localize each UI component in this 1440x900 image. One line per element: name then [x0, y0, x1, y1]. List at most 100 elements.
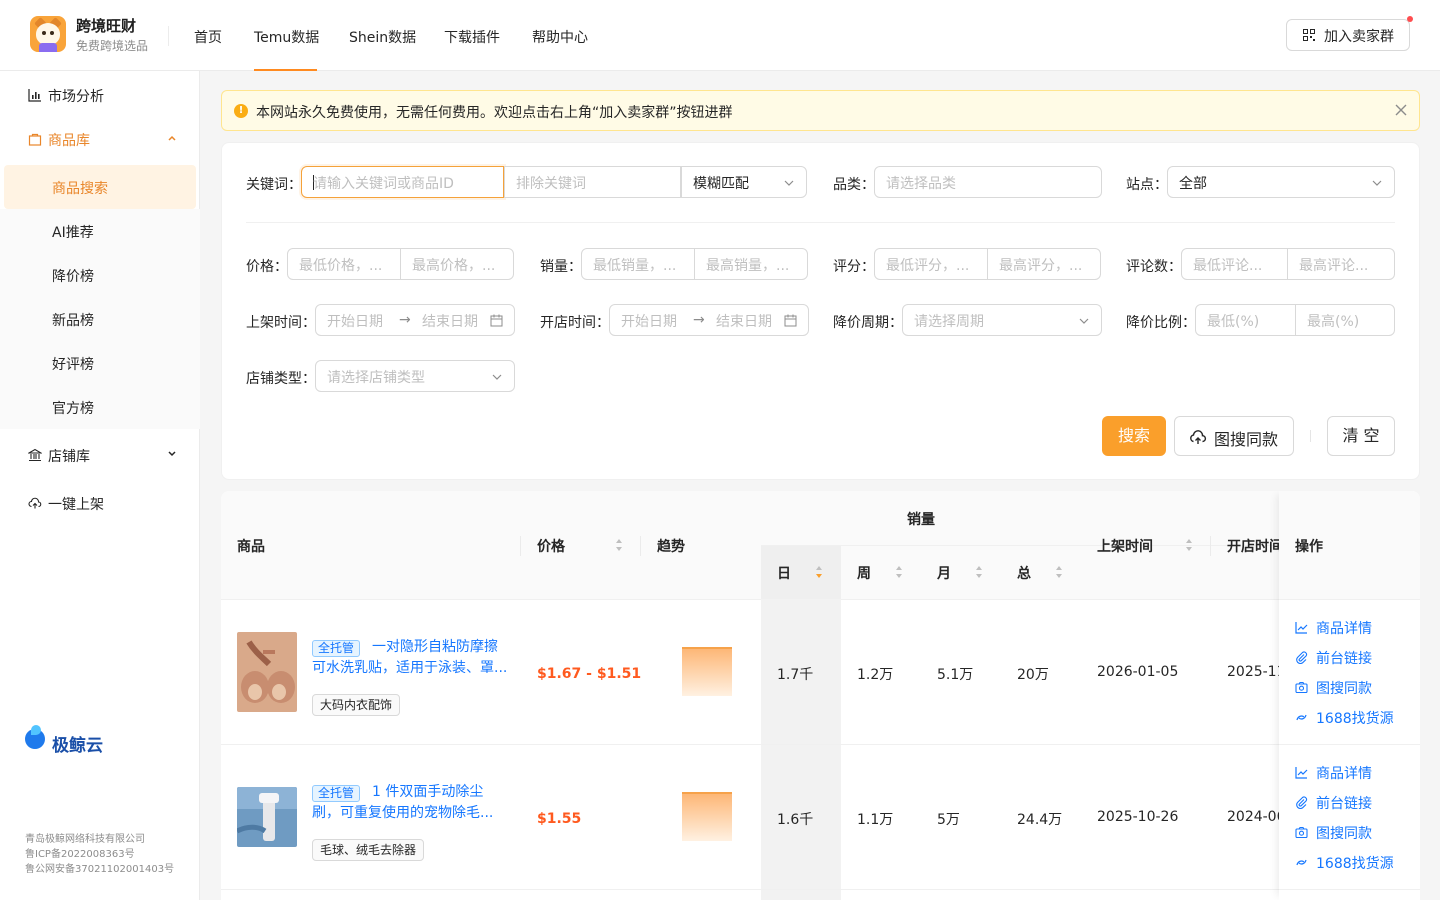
notice-banner: ! 本网站永久免费使用，无需任何费用。欢迎点击右上角“加入卖家群”按钮进群 — [221, 90, 1420, 131]
chevron-up-icon — [168, 135, 176, 141]
site-label: 站点： — [1126, 177, 1168, 193]
sidebar-item-product-search[interactable]: 商品搜索 — [4, 165, 196, 209]
sort-icon[interactable] — [1185, 538, 1193, 552]
keyword-label: 关键词： — [246, 177, 302, 193]
sidebar-item-one-click-upload[interactable]: 一键上架 — [0, 481, 200, 525]
product-image[interactable] — [237, 787, 297, 847]
join-seller-group-button[interactable]: 加入卖家群 — [1286, 19, 1410, 51]
nav-home[interactable]: 首页 — [194, 27, 222, 47]
divider — [761, 545, 1279, 546]
exclude-keyword-input[interactable]: 排除关键词 — [504, 166, 681, 198]
end-date-placeholder: 结束日期 — [716, 314, 772, 330]
notice-text: 本网站永久免费使用，无需任何费用。欢迎点击右上角“加入卖家群”按钮进群 — [256, 105, 733, 121]
sales-day: 1.6千 — [777, 812, 814, 828]
nav-help-center[interactable]: 帮助中心 — [532, 27, 588, 47]
trend-sparkline[interactable] — [682, 647, 732, 696]
rating-max-input[interactable]: 最高评分，... — [987, 248, 1101, 280]
site-select[interactable]: 全部 — [1167, 166, 1395, 198]
listed-date-range[interactable]: 开始日期 → 结束日期 — [315, 304, 515, 336]
category-select[interactable]: 请选择品类 — [874, 166, 1102, 198]
price-max-input[interactable]: 最高价格，... — [400, 248, 514, 280]
sort-icon[interactable] — [975, 565, 983, 579]
paperclip-icon — [1296, 796, 1308, 809]
image-search-label: 图搜同款 — [1214, 430, 1279, 449]
th-listed-time[interactable]: 上架时间 — [1097, 536, 1153, 556]
drop-ratio-max-placeholder: 最高(%) — [1307, 314, 1360, 330]
sort-icon[interactable] — [895, 565, 903, 579]
product-title-link[interactable]: 一对隐形自粘防摩擦 可水洗乳贴，适用于泳装、罩... — [312, 637, 512, 679]
sidebar-item-new-products[interactable]: 新品榜 — [0, 297, 200, 341]
sidebar-item-label: 商品搜索 — [52, 181, 108, 197]
op-label: 商品详情 — [1316, 621, 1372, 637]
sales-min-input[interactable]: 最低销量，... — [581, 248, 695, 280]
reviews-max-input[interactable]: 最高评论... — [1287, 248, 1395, 280]
nav-active-indicator — [254, 69, 317, 71]
th-week[interactable]: 周 — [857, 563, 871, 583]
brand-title[interactable]: 跨境旺财 — [76, 15, 136, 36]
th-day[interactable]: 日 — [777, 563, 791, 583]
price-value: $1.55 — [537, 811, 582, 827]
operations-column: 操作 商品详情 前台链接 图搜同款 1688找货源 商品详情 前台链接 图搜同款… — [1279, 491, 1420, 900]
sales-day: 1.7千 — [777, 667, 814, 683]
th-total[interactable]: 总 — [1017, 563, 1031, 583]
sidebar-item-market-analysis[interactable]: 市场分析 — [0, 73, 200, 117]
qrcode-icon — [1303, 29, 1315, 41]
sort-icon[interactable] — [1055, 565, 1063, 579]
th-month[interactable]: 月 — [937, 563, 951, 583]
footer-police-record[interactable]: 鲁公网安备37021102001403号 — [25, 860, 174, 875]
divider — [1279, 889, 1420, 890]
category-tag: 毛球、绒毛去除器 — [312, 839, 425, 861]
trend-sparkline[interactable] — [682, 792, 732, 841]
bank-icon — [28, 448, 42, 462]
rating-min-placeholder: 最低评分，... — [886, 258, 970, 274]
nav-temu-data[interactable]: Temu数据 — [254, 27, 319, 47]
shop-type-select[interactable]: 请选择店铺类型 — [315, 360, 515, 392]
sales-label: 销量： — [540, 259, 582, 275]
sidebar-item-top-rated[interactable]: 好评榜 — [0, 341, 200, 385]
sidebar-item-shops[interactable]: 店铺库 — [0, 433, 200, 477]
sort-icon[interactable] — [815, 565, 823, 579]
drop-ratio-min-input[interactable]: 最低(%) — [1195, 304, 1296, 336]
price-value: $1.67 - $1.51 — [537, 666, 642, 682]
sales-total: 20万 — [1017, 667, 1049, 683]
product-image[interactable] — [237, 632, 297, 712]
sidebar-item-label: 好评榜 — [52, 357, 94, 373]
price-min-input[interactable]: 最低价格，... — [287, 248, 401, 280]
sort-icon[interactable] — [615, 538, 623, 552]
clear-button[interactable]: 清 空 — [1327, 416, 1395, 456]
end-date-placeholder: 结束日期 — [422, 314, 478, 330]
image-search-button[interactable]: 图搜同款 — [1174, 416, 1294, 456]
sales-max-input[interactable]: 最高销量，... — [694, 248, 808, 280]
th-shop-open-time[interactable]: 开店时间 — [1227, 536, 1283, 556]
reviews-min-placeholder: 最低评论... — [1193, 258, 1263, 274]
keyword-input[interactable]: 请输入关键词或商品ID — [301, 166, 504, 198]
day-column-header-bg — [761, 545, 841, 599]
rating-max-placeholder: 最高评分，... — [999, 258, 1083, 274]
drop-period-placeholder: 请选择周期 — [914, 314, 984, 330]
search-button[interactable]: 搜索 — [1102, 416, 1166, 456]
sidebar-item-products[interactable]: 商品库 — [0, 117, 200, 161]
match-mode-select[interactable]: 模糊匹配 — [681, 166, 807, 198]
nav-download-plugin[interactable]: 下载插件 — [444, 27, 500, 47]
reviews-min-input[interactable]: 最低评论... — [1181, 248, 1288, 280]
product-title-link[interactable]: 1 件双面手动除尘 刷，可重复使用的宠物除毛... — [312, 782, 512, 824]
sidebar-item-price-drop[interactable]: 降价榜 — [0, 253, 200, 297]
sidebar-item-label: 一键上架 — [48, 497, 104, 513]
footer-icp[interactable]: 鲁ICP备2022008363号 — [25, 845, 135, 860]
source-1688-icon — [1296, 859, 1307, 866]
drop-period-select[interactable]: 请选择周期 — [902, 304, 1102, 336]
brand-logo-icon[interactable] — [30, 16, 66, 52]
join-seller-group-label: 加入卖家群 — [1324, 29, 1394, 45]
th-price[interactable]: 价格 — [537, 536, 565, 556]
rating-min-input[interactable]: 最低评分，... — [874, 248, 988, 280]
close-icon[interactable] — [1394, 103, 1408, 117]
shop-open-date-range[interactable]: 开始日期 → 结束日期 — [609, 304, 809, 336]
arrow-right-icon: → — [399, 312, 411, 328]
footer-brand: 极鲸云 — [52, 736, 103, 756]
sidebar-item-official[interactable]: 官方榜 — [0, 385, 200, 429]
sidebar-item-ai-recommend[interactable]: AI推荐 — [0, 209, 200, 253]
shop-open-time-label: 开店时间： — [540, 315, 610, 331]
nav-shein-data[interactable]: Shein数据 — [349, 27, 416, 47]
drop-ratio-max-input[interactable]: 最高(%) — [1295, 304, 1395, 336]
th-operations: 操作 — [1295, 539, 1323, 555]
